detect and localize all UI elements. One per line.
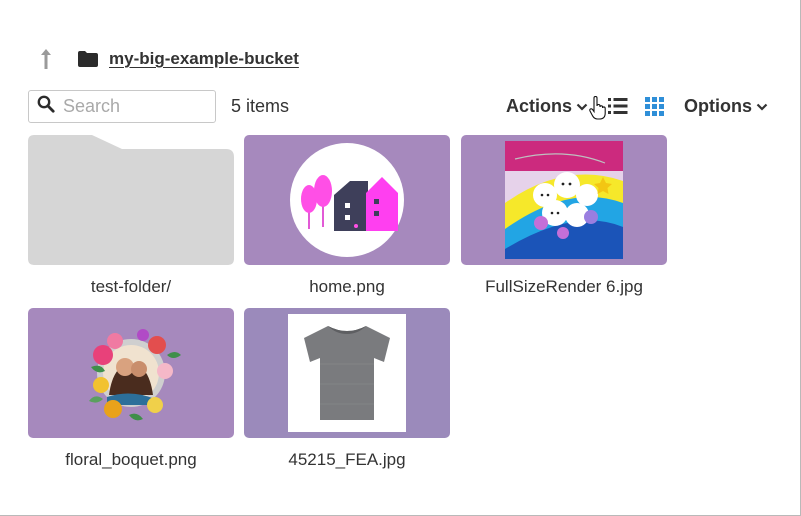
item-name: floral_boquet.png [65,450,197,469]
tshirt-photo [288,314,406,432]
search-box[interactable] [28,90,216,123]
grid-item-image[interactable]: home.png [244,135,450,297]
floral-wreath-photo [89,329,181,421]
image-thumbnail [461,135,667,265]
image-thumbnail [244,135,450,265]
breadcrumb: my-big-example-bucket [36,44,299,74]
toolbar: 5 items Actions Options [28,90,773,123]
grid-item-image[interactable]: FullSizeRender 6.jpg [461,135,667,297]
image-thumbnail [244,308,450,438]
grid-view-icon[interactable] [645,97,664,121]
options-label: Options [684,96,752,116]
search-icon [37,95,55,118]
item-name: home.png [309,277,385,296]
item-name: test-folder/ [90,277,172,296]
folder-icon [78,49,98,69]
options-dropdown[interactable]: Options [684,96,768,117]
actions-dropdown[interactable]: Actions [506,96,588,117]
folder-thumbnail [28,135,234,265]
bucket-link[interactable]: my-big-example-bucket [109,49,299,69]
home-illustration [290,143,404,257]
grid-item-folder[interactable]: test-folder/ [28,135,234,297]
item-name: 45215_FEA.jpg [288,450,406,469]
grid-item-image[interactable]: 45215_FEA.jpg [244,308,450,470]
actions-label: Actions [506,96,573,116]
list-view-icon[interactable] [608,97,628,120]
file-browser-window: my-big-example-bucket 5 items Actions [0,0,801,516]
image-thumbnail [28,308,234,438]
hand-cursor-icon [589,95,607,125]
grid-item-image[interactable]: floral_boquet.png [28,308,234,470]
rainbow-necklace-photo [505,141,623,259]
chevron-down-icon [756,103,768,111]
search-input[interactable] [63,96,203,117]
large-folder-icon [28,135,234,265]
up-arrow-icon[interactable] [36,46,56,72]
item-name: FullSizeRender 6.jpg [485,277,643,296]
item-count: 5 items [231,96,290,116]
chevron-down-icon [576,103,588,111]
